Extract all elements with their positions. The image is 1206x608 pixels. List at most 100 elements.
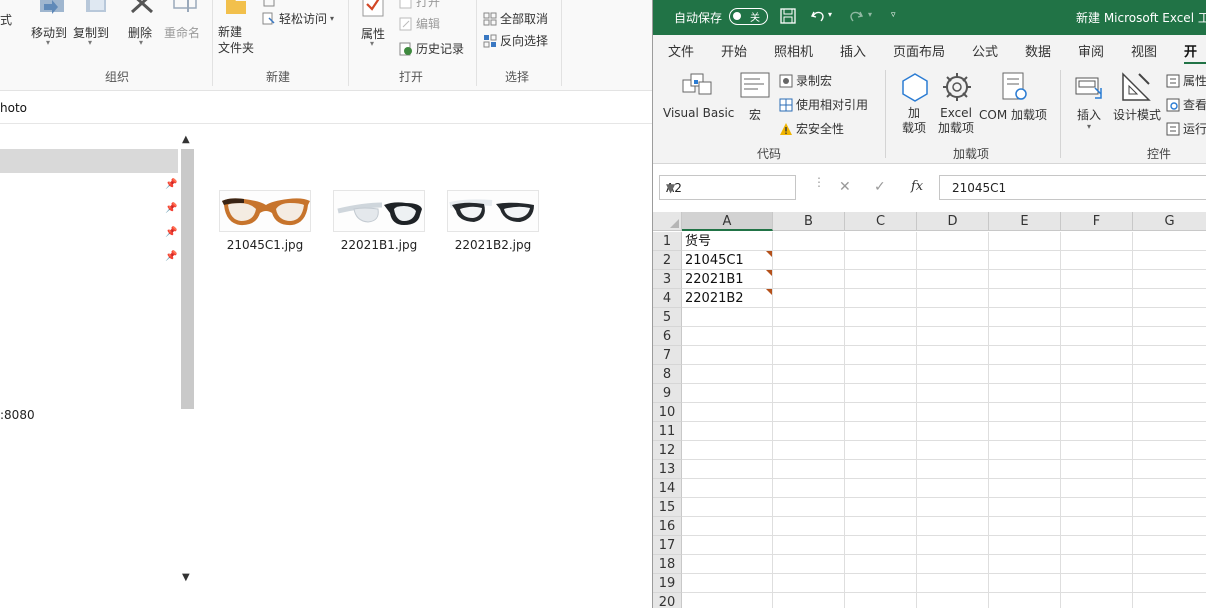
- macro-security-button[interactable]: 宏安全性: [779, 120, 844, 137]
- cell-g7[interactable]: [1133, 346, 1206, 365]
- file-item[interactable]: 22021B2.jpg: [447, 190, 539, 252]
- cell-g2[interactable]: [1133, 251, 1206, 270]
- undo-chevron-icon[interactable]: ▾: [828, 10, 832, 19]
- cell-g16[interactable]: [1133, 517, 1206, 536]
- row-header[interactable]: 2: [653, 251, 682, 270]
- cell-f17[interactable]: [1061, 536, 1133, 555]
- tab-review[interactable]: 审阅: [1078, 41, 1104, 60]
- address-bar[interactable]: hoto: [0, 92, 652, 124]
- cell-b10[interactable]: [773, 403, 845, 422]
- cell-a16[interactable]: [682, 517, 773, 536]
- cell-d14[interactable]: [917, 479, 989, 498]
- file-item[interactable]: 21045C1.jpg: [219, 190, 311, 252]
- cell-a13[interactable]: [682, 460, 773, 479]
- column-header-e[interactable]: E: [989, 212, 1061, 231]
- cell-d19[interactable]: [917, 574, 989, 593]
- cell-g15[interactable]: [1133, 498, 1206, 517]
- save-icon[interactable]: [780, 8, 796, 28]
- cell-e10[interactable]: [989, 403, 1061, 422]
- select-all-corner[interactable]: [653, 212, 682, 231]
- tab-file[interactable]: 文件: [668, 41, 694, 60]
- file-item[interactable]: 22021B1.jpg: [333, 190, 425, 252]
- column-header-c[interactable]: C: [845, 212, 917, 231]
- cell-g9[interactable]: [1133, 384, 1206, 403]
- cell-g14[interactable]: [1133, 479, 1206, 498]
- cell-f18[interactable]: [1061, 555, 1133, 574]
- cell-g6[interactable]: [1133, 327, 1206, 346]
- cell-e5[interactable]: [989, 308, 1061, 327]
- enter-check-icon[interactable]: ✓: [874, 179, 886, 195]
- cell-d9[interactable]: [917, 384, 989, 403]
- cell-f6[interactable]: [1061, 327, 1133, 346]
- tab-home[interactable]: 开始: [721, 41, 747, 60]
- cell-a3[interactable]: 22021B1: [682, 270, 773, 289]
- cell-g12[interactable]: [1133, 441, 1206, 460]
- cell-c7[interactable]: [845, 346, 917, 365]
- cell-f11[interactable]: [1061, 422, 1133, 441]
- cell-e17[interactable]: [989, 536, 1061, 555]
- cell-c17[interactable]: [845, 536, 917, 555]
- cell-g18[interactable]: [1133, 555, 1206, 574]
- cell-a15[interactable]: [682, 498, 773, 517]
- select-none-button[interactable]: 全部取消: [483, 10, 548, 27]
- cell-b18[interactable]: [773, 555, 845, 574]
- cell-a14[interactable]: [682, 479, 773, 498]
- cell-c18[interactable]: [845, 555, 917, 574]
- cell-e9[interactable]: [989, 384, 1061, 403]
- cell-d4[interactable]: [917, 289, 989, 308]
- cell-d11[interactable]: [917, 422, 989, 441]
- copy-to-chevron-icon[interactable]: ▾: [88, 38, 92, 47]
- cell-e18[interactable]: [989, 555, 1061, 574]
- cell-c13[interactable]: [845, 460, 917, 479]
- macros-button[interactable]: 宏: [749, 106, 761, 123]
- cell-c3[interactable]: [845, 270, 917, 289]
- cell-g11[interactable]: [1133, 422, 1206, 441]
- visual-basic-button[interactable]: Visual Basic: [663, 106, 734, 120]
- cell-g5[interactable]: [1133, 308, 1206, 327]
- cell-g13[interactable]: [1133, 460, 1206, 479]
- cell-b1[interactable]: [773, 232, 845, 251]
- row-header[interactable]: 12: [653, 441, 682, 460]
- run-dialog-button[interactable]: 运行: [1166, 120, 1206, 137]
- cell-f20[interactable]: [1061, 593, 1133, 608]
- cell-a6[interactable]: [682, 327, 773, 346]
- cell-a19[interactable]: [682, 574, 773, 593]
- cell-b5[interactable]: [773, 308, 845, 327]
- cell-c1[interactable]: [845, 232, 917, 251]
- cell-f1[interactable]: [1061, 232, 1133, 251]
- cell-c14[interactable]: [845, 479, 917, 498]
- column-header-d[interactable]: D: [917, 212, 989, 231]
- cell-b9[interactable]: [773, 384, 845, 403]
- cell-g8[interactable]: [1133, 365, 1206, 384]
- cell-a4[interactable]: 22021B2: [682, 289, 773, 308]
- error-indicator-icon[interactable]: [766, 251, 772, 257]
- cell-a17[interactable]: [682, 536, 773, 555]
- scroll-thumb[interactable]: [181, 149, 194, 409]
- cell-c2[interactable]: [845, 251, 917, 270]
- row-header[interactable]: 15: [653, 498, 682, 517]
- row-header[interactable]: 9: [653, 384, 682, 403]
- cell-f19[interactable]: [1061, 574, 1133, 593]
- cell-e15[interactable]: [989, 498, 1061, 517]
- row-header[interactable]: 16: [653, 517, 682, 536]
- properties-chevron-icon[interactable]: ▾: [370, 39, 374, 48]
- relative-reference-button[interactable]: 使用相对引用: [779, 96, 868, 113]
- row-header[interactable]: 17: [653, 536, 682, 555]
- cancel-icon[interactable]: ✕: [839, 179, 851, 195]
- cell-e13[interactable]: [989, 460, 1061, 479]
- cell-e20[interactable]: [989, 593, 1061, 608]
- cell-f8[interactable]: [1061, 365, 1133, 384]
- row-header[interactable]: 10: [653, 403, 682, 422]
- tab-camera[interactable]: 照相机: [774, 41, 813, 60]
- cell-c11[interactable]: [845, 422, 917, 441]
- cell-d13[interactable]: [917, 460, 989, 479]
- cell-d15[interactable]: [917, 498, 989, 517]
- cell-f3[interactable]: [1061, 270, 1133, 289]
- cell-b16[interactable]: [773, 517, 845, 536]
- cell-e1[interactable]: [989, 232, 1061, 251]
- row-header[interactable]: 6: [653, 327, 682, 346]
- cell-d18[interactable]: [917, 555, 989, 574]
- com-addins-button[interactable]: COM 加载项: [979, 106, 1047, 123]
- history-button[interactable]: 历史记录: [399, 40, 464, 57]
- cell-c10[interactable]: [845, 403, 917, 422]
